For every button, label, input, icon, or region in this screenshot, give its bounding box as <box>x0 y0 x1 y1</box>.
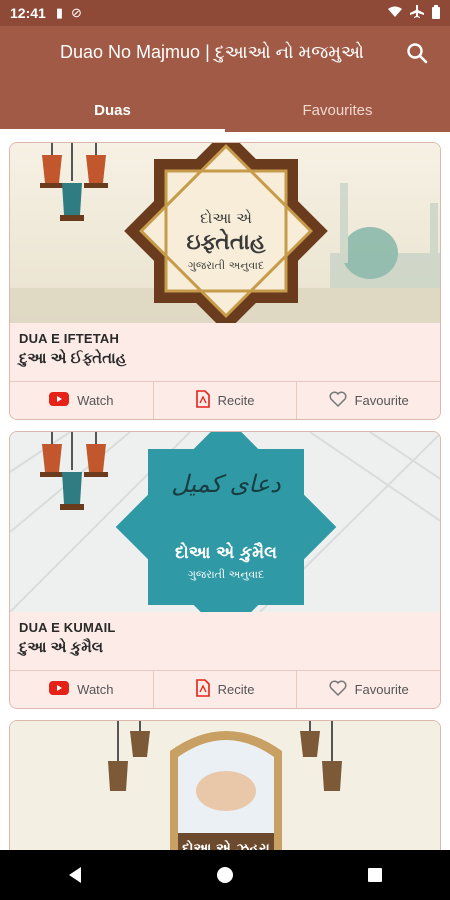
favourite-button[interactable]: Favourite <box>297 382 440 419</box>
banner-title: દોઆ એ ઝહરા <box>182 839 270 850</box>
dua-info: DUA E KUMAIL દુઆ એ કુમૈલ <box>10 612 440 670</box>
dua-name-english: DUA E IFTETAH <box>19 331 120 346</box>
watch-label: Watch <box>77 393 114 408</box>
dua-banner-image: દોઆ એ ઇફ્તેતાહ ગુજરાતી અનુવાદ <box>10 143 440 323</box>
app-title: Duao No Majmuo | દુઆઓ નો મજમુઓ <box>60 42 364 62</box>
dua-actions: Watch Recite Favourite <box>10 670 440 708</box>
recite-button[interactable]: Recite <box>154 382 298 419</box>
dua-name-gujarati: દુઆ એ ઈફ્તેતાહ <box>19 350 127 367</box>
recite-button[interactable]: Recite <box>154 671 298 708</box>
dua-name-gujarati: દુઆ એ કુમૈલ <box>19 639 104 656</box>
favourite-button[interactable]: Favourite <box>297 671 440 708</box>
tab-bar: Duas Favourites <box>0 88 450 132</box>
back-icon[interactable] <box>67 866 83 884</box>
tab-favourites[interactable]: Favourites <box>225 88 450 132</box>
youtube-icon <box>49 681 70 698</box>
home-icon[interactable] <box>216 866 234 884</box>
svg-text:دعای کمیل: دعای کمیل <box>171 470 281 498</box>
banner-title: દોઆ એ <box>200 209 252 227</box>
airplane-icon <box>410 4 424 22</box>
dua-info: DUA E IFTETAH દુઆ એ ઈફ્તેતાહ <box>10 323 440 381</box>
watch-label: Watch <box>77 682 114 697</box>
heart-icon <box>329 680 347 699</box>
dua-banner-image: دعای کمیل દોઆ એ કુમૈલ ગુજરાતી અનુવાદ <box>10 432 440 612</box>
system-nav-bar <box>0 850 450 900</box>
dua-list[interactable]: દોઆ એ ઇફ્તેતાહ ગુજરાતી અનુવાદ DUA E IFTE… <box>0 132 450 850</box>
youtube-icon <box>49 392 70 409</box>
sd-card-icon: ▮ <box>55 5 63 20</box>
battery-icon <box>432 4 440 22</box>
search-icon[interactable] <box>406 42 428 64</box>
banner-subtitle: ગુજરાતી અનુવાદ <box>188 568 264 581</box>
banner-title-2: ઇફ્તેતાહ <box>187 228 266 255</box>
tab-duas[interactable]: Duas <box>0 88 225 132</box>
watch-button[interactable]: Watch <box>10 671 154 708</box>
dua-card[interactable]: દોઆ એ ઝહરા <box>9 720 441 850</box>
dua-banner-image: દોઆ એ ઝહરા <box>10 721 440 850</box>
app-bar: Duao No Majmuo | દુઆઓ નો મજમુઓ Duas Favo… <box>0 26 450 132</box>
pdf-icon <box>195 679 210 700</box>
watch-button[interactable]: Watch <box>10 382 154 419</box>
heart-icon <box>329 391 347 410</box>
dua-actions: Watch Recite Favourite <box>10 381 440 419</box>
pdf-icon <box>195 390 210 411</box>
status-bar: 12:41 ▮ ⊘ <box>0 0 450 26</box>
dua-name-english: DUA E KUMAIL <box>19 620 116 635</box>
recite-label: Recite <box>217 393 255 408</box>
favourite-label: Favourite <box>354 393 409 408</box>
banner-subtitle: ગુજરાતી અનુવાદ <box>188 259 264 272</box>
favourite-label: Favourite <box>354 682 409 697</box>
dua-card[interactable]: દોઆ એ ઇફ્તેતાહ ગુજરાતી અનુવાદ DUA E IFTE… <box>9 142 441 420</box>
dua-card[interactable]: دعای کمیل દોઆ એ કુમૈલ ગુજરાતી અનુવાદ DUA… <box>9 431 441 709</box>
wifi-icon <box>388 5 402 21</box>
banner-title: દોઆ એ કુમૈલ <box>175 541 277 563</box>
recents-icon[interactable] <box>367 867 383 883</box>
status-time: 12:41 <box>10 5 46 21</box>
recite-label: Recite <box>217 682 255 697</box>
no-sync-icon: ⊘ <box>70 5 82 20</box>
